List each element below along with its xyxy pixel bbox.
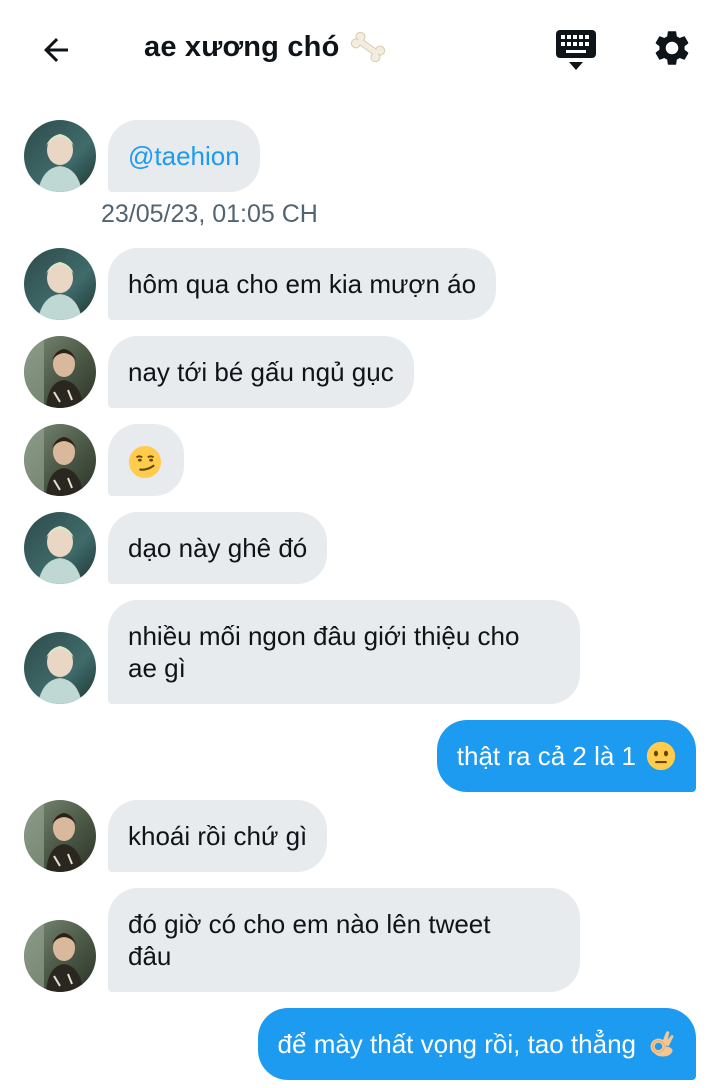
- message-bubble[interactable]: nay tới bé gấu ngủ gục: [108, 336, 414, 408]
- message-text: nay tới bé gấu ngủ gục: [128, 357, 394, 387]
- conversation-title[interactable]: ae xương chó: [144, 30, 388, 64]
- avatar[interactable]: [24, 248, 96, 320]
- message-row: @taehion: [0, 120, 720, 192]
- message-text: khoái rồi chứ gì: [128, 821, 308, 851]
- message-text-line: ae gì: [128, 653, 186, 683]
- message-bubble[interactable]: nhiều mối ngon đâu giới thiệu cho ae gì: [108, 600, 580, 704]
- message-text-line: đó giờ có cho em nào lên tweet: [128, 909, 491, 939]
- message-row: dạo này ghê đó: [0, 512, 720, 584]
- message-bubble[interactable]: hôm qua cho em kia mượn áo: [108, 248, 497, 320]
- message-row: [0, 424, 720, 496]
- message-text: thật ra cả 2 là 1: [456, 741, 636, 771]
- message-row: nhiều mối ngon đâu giới thiệu cho ae gì: [0, 600, 720, 704]
- message-text: dạo này ghê đó: [128, 533, 308, 563]
- message-row: hôm qua cho em kia mượn áo: [0, 248, 720, 320]
- message-bubble[interactable]: đó giờ có cho em nào lên tweet đâu: [108, 888, 580, 992]
- ok-hand-emoji: [650, 1031, 674, 1057]
- keyboard-icon: [556, 30, 596, 70]
- message-text-line: đâu: [128, 941, 172, 971]
- mention-link[interactable]: @taehion: [128, 141, 240, 171]
- message-row: để mày thất vọng rồi, tao thẳng: [0, 1008, 720, 1080]
- conversation-header: ae xương chó: [0, 0, 720, 100]
- conversation-title-text: ae xương chó: [144, 30, 340, 63]
- avatar[interactable]: [24, 336, 96, 408]
- neutral-face-emoji: [646, 741, 676, 771]
- arrow-left-icon: [44, 38, 68, 62]
- message-bubble-outgoing[interactable]: thật ra cả 2 là 1: [436, 720, 696, 792]
- message-row: đó giờ có cho em nào lên tweet đâu: [0, 888, 720, 992]
- settings-button[interactable]: [648, 24, 696, 72]
- message-bubble[interactable]: dạo này ghê đó: [108, 512, 328, 584]
- message-row: nay tới bé gấu ngủ gục: [0, 336, 720, 408]
- message-bubble-outgoing[interactable]: để mày thất vọng rồi, tao thẳng: [257, 1008, 696, 1080]
- bone-icon: [350, 31, 385, 63]
- gear-icon: [655, 31, 689, 65]
- keyboard-button[interactable]: [552, 26, 600, 74]
- message-bubble[interactable]: @taehion: [108, 120, 260, 192]
- avatar[interactable]: [24, 632, 96, 704]
- avatar[interactable]: [24, 920, 96, 992]
- avatar[interactable]: [24, 120, 96, 192]
- message-bubble[interactable]: [108, 424, 184, 496]
- message-text: hôm qua cho em kia mượn áo: [128, 269, 477, 299]
- smirking-face-emoji: [128, 446, 162, 479]
- avatar[interactable]: [24, 424, 96, 496]
- message-row: thật ra cả 2 là 1: [0, 720, 720, 792]
- message-timestamp: 23/05/23, 01:05 CH: [101, 200, 318, 228]
- message-text: để mày thất vọng rồi, tao thẳng: [277, 1029, 636, 1059]
- avatar[interactable]: [24, 512, 96, 584]
- message-bubble[interactable]: khoái rồi chứ gì: [108, 800, 328, 872]
- message-text-line: nhiều mối ngon đâu giới thiệu cho: [128, 621, 520, 651]
- message-row: khoái rồi chứ gì: [0, 800, 720, 872]
- back-button[interactable]: [34, 28, 78, 72]
- avatar[interactable]: [24, 800, 96, 872]
